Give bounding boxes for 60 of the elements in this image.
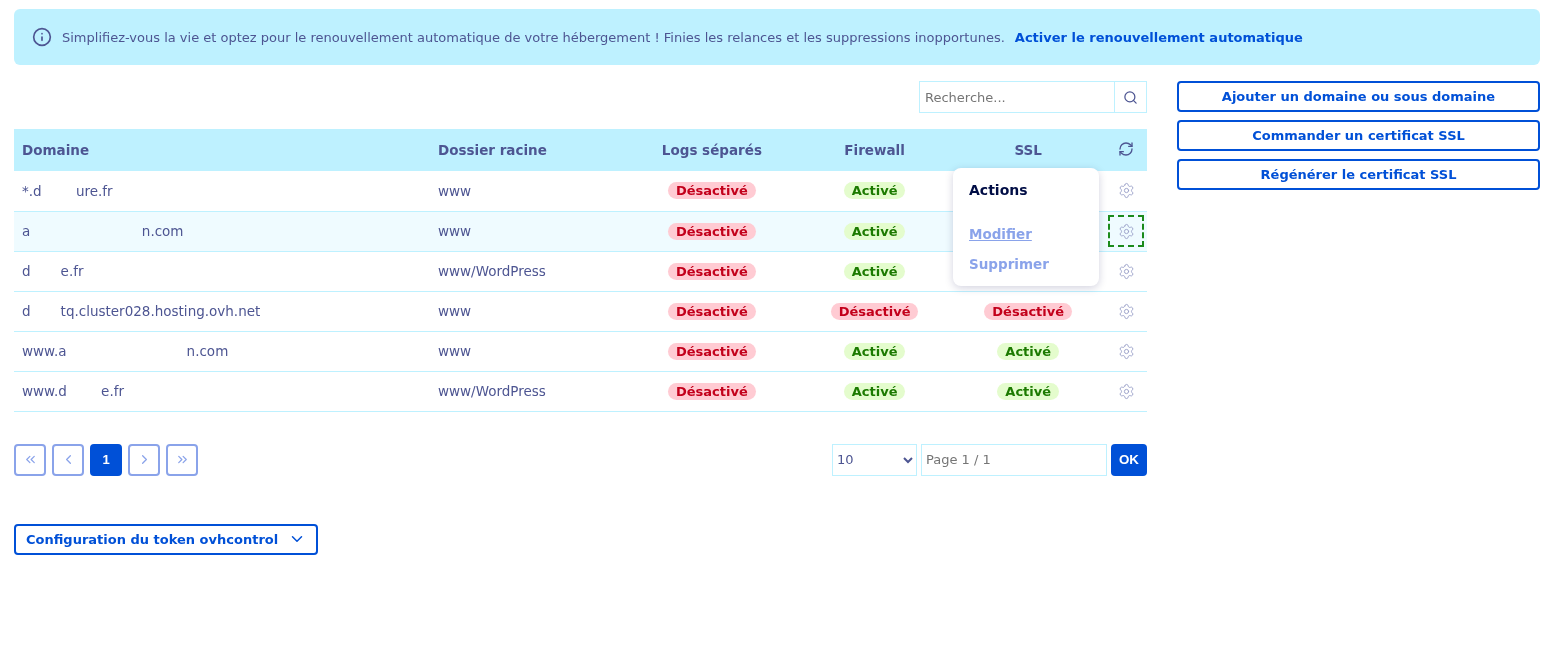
status-badge: Désactivé: [668, 302, 756, 320]
popover-title: Actions: [969, 181, 1029, 198]
table-cell: www.a n.com: [14, 331, 430, 371]
status-badge: Désactivé: [668, 262, 756, 280]
info-icon: [32, 27, 52, 47]
settings-button[interactable]: [1108, 215, 1144, 247]
search-icon: [1123, 89, 1138, 105]
previous-page-button[interactable]: [52, 443, 84, 476]
search-button[interactable]: [1115, 81, 1147, 113]
table-cell: www: [430, 291, 626, 331]
ok-button[interactable]: OK: [1111, 443, 1147, 476]
status-badge: Activé: [843, 262, 906, 280]
column-header: Logs séparés: [626, 129, 798, 171]
status-badge: Activé: [843, 182, 906, 200]
action-button[interactable]: Régénérer le certificat SSL: [1177, 159, 1540, 190]
page-input[interactable]: Page 1 / 1: [921, 443, 1107, 476]
status-badge: Activé: [997, 382, 1060, 400]
status-badge: Désactivé: [668, 222, 756, 240]
settings-icon: [1117, 182, 1135, 200]
status-badge: Activé: [843, 382, 906, 400]
column-header: Domaine: [14, 129, 430, 171]
table-cell: d tq.cluster028.hosting.ovh.net: [14, 291, 430, 331]
table-row[interactable]: d tq.cluster028.hosting.ovh.net www Désactivé Désactivé Désactivé: [14, 291, 1147, 331]
next-page-button[interactable]: [128, 443, 160, 476]
column-header: Firewall: [797, 129, 952, 171]
search-field[interactable]: Recherche...: [919, 81, 1115, 113]
action-button[interactable]: Ajouter un domaine ou sous domaine: [1177, 81, 1540, 112]
column-header: Dossier racine: [430, 129, 626, 171]
page-button[interactable]: 1: [90, 443, 122, 476]
page-size-select[interactable]: 10: [832, 443, 917, 476]
table-cell: www: [430, 211, 626, 251]
status-badge: Activé: [997, 342, 1060, 360]
status-badge: Désactivé: [830, 302, 919, 320]
settings-icon: [1117, 382, 1135, 400]
banner-text: Simplifiez-vous la vie et optez pour le renouvellement automatique de votre hébergement ! Finies les relances et les suppressions inopportunes.: [62, 29, 1005, 45]
settings-icon: [1117, 342, 1135, 360]
table-cell: a n.com: [14, 211, 430, 251]
last-page-button[interactable]: [166, 443, 198, 476]
settings-icon: [1117, 262, 1135, 280]
settings-icon: [1117, 302, 1135, 320]
settings-icon: [1117, 222, 1135, 240]
first-page-button[interactable]: [14, 443, 46, 476]
token-config-toggle[interactable]: Configuration du token ovhcontrol: [14, 523, 319, 555]
status-badge: Désactivé: [668, 382, 756, 400]
status-badge: Désactivé: [984, 302, 1073, 320]
table-row[interactable]: www.a n.com www Désactivé Activé Activé: [14, 331, 1147, 371]
refresh-icon[interactable]: [1118, 140, 1134, 157]
table-cell: www: [430, 331, 626, 371]
status-badge: Activé: [843, 222, 906, 240]
renewal-link[interactable]: Activer le renouvellement automatique: [1014, 29, 1303, 45]
table-row[interactable]: www.d e.fr www/WordPress Désactivé Activé Activé: [14, 371, 1147, 411]
table-cell: www/WordPress: [430, 371, 626, 411]
column-header: SSL: [951, 129, 1105, 171]
table-cell: www: [430, 171, 626, 211]
action-button[interactable]: Commander un certificat SSL: [1177, 120, 1540, 151]
status-badge: Désactivé: [668, 342, 756, 360]
table-cell: *.d ure.fr: [14, 171, 430, 211]
status-badge: Activé: [843, 342, 906, 360]
table-cell: www.d e.fr: [14, 371, 430, 411]
status-badge: Désactivé: [668, 182, 756, 200]
